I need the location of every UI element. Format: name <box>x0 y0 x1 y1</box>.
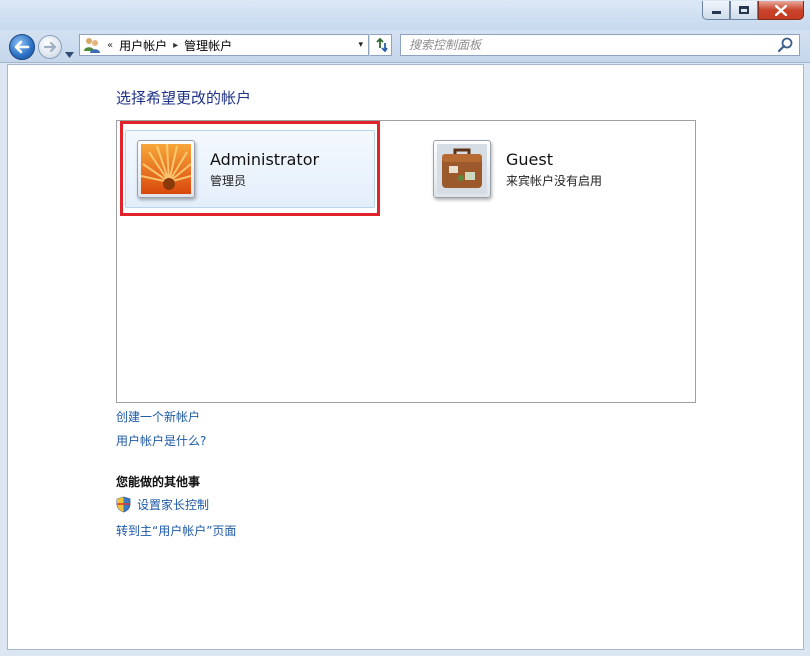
parental-control-link[interactable]: 设置家长控制 <box>137 496 209 513</box>
back-button[interactable] <box>9 34 35 60</box>
guest-texts: Guest 来宾帐户没有启用 <box>506 150 602 189</box>
maximize-icon <box>739 6 749 14</box>
address-bar[interactable]: « 用户帐户 ▸ 管理帐户 ▾ <box>79 34 369 56</box>
account-tile-guest[interactable]: Guest 来宾帐户没有启用 <box>422 130 672 208</box>
maximize-button[interactable] <box>730 1 758 20</box>
search-icon[interactable] <box>777 36 795 54</box>
breadcrumb-manage-accounts[interactable]: 管理帐户 <box>184 37 232 54</box>
page-title: 选择希望更改的帐户 <box>116 89 252 107</box>
guest-avatar <box>433 140 491 198</box>
other-tasks-heading: 您能做的其他事 <box>116 475 201 489</box>
close-button[interactable] <box>758 1 804 20</box>
refresh-icon <box>375 38 388 52</box>
breadcrumb-user-accounts[interactable]: 用户帐户 <box>119 37 167 54</box>
search-input[interactable] <box>401 36 777 54</box>
close-icon <box>775 4 787 16</box>
what-is-account-link[interactable]: 用户帐户是什么? <box>116 432 206 449</box>
forward-arrow-icon <box>43 41 57 53</box>
search-box[interactable] <box>400 34 800 56</box>
chevron-down-icon <box>65 52 74 58</box>
minimize-button[interactable] <box>702 1 730 20</box>
account-role: 来宾帐户没有启用 <box>506 173 603 188</box>
refresh-button[interactable] <box>370 34 392 56</box>
forward-button[interactable] <box>38 35 62 59</box>
breadcrumb-separator[interactable]: ▸ <box>173 40 178 51</box>
history-dropdown[interactable] <box>65 43 74 62</box>
security-shield-icon <box>116 496 131 513</box>
create-account-link[interactable]: 创建一个新帐户 <box>116 408 200 425</box>
parental-control-row: 设置家长控制 <box>116 496 209 513</box>
window-titlebar <box>0 0 810 30</box>
minimize-icon <box>711 11 721 14</box>
selection-highlight <box>120 121 380 216</box>
suitcase-picture <box>437 144 487 194</box>
breadcrumb-overflow[interactable]: « <box>107 40 113 51</box>
account-name: Guest <box>506 149 553 169</box>
back-arrow-icon <box>14 40 30 54</box>
goto-user-accounts-link[interactable]: 转到主“用户帐户”页面 <box>116 522 236 539</box>
address-dropdown[interactable]: ▾ <box>358 40 363 50</box>
user-accounts-icon <box>84 38 100 53</box>
window-controls <box>702 1 804 20</box>
